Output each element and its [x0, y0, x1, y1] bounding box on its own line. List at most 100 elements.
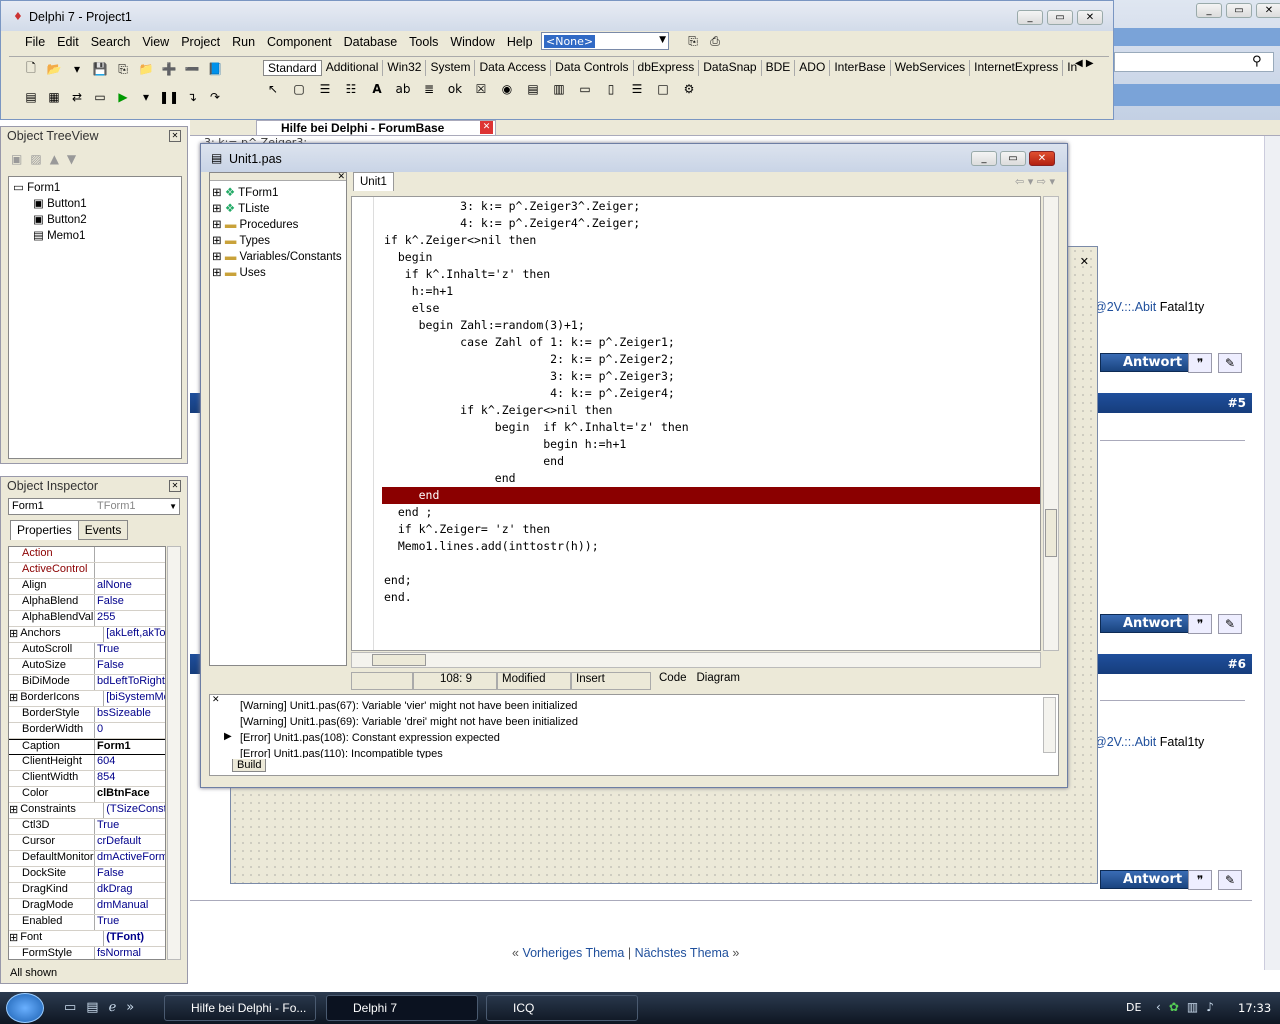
treeview-list[interactable]: ▭ Form1 ▣ Button1 ▣ Button2 ▤ Memo1	[8, 176, 182, 459]
property-value[interactable]: False	[95, 867, 165, 882]
code-line[interactable]: end ;	[384, 504, 1040, 521]
save-all-icon[interactable]: ⎘	[113, 59, 133, 79]
tab-close-icon[interactable]: ✕	[480, 121, 493, 134]
message-line[interactable]: [Error] Unit1.pas(110): Incompatible typ…	[240, 746, 1040, 758]
code-line[interactable]: end	[384, 453, 1040, 470]
expand-icon[interactable]: ⊞	[9, 627, 18, 642]
property-row[interactable]: FormStyle fsNormal	[9, 947, 165, 959]
code-explorer[interactable]: ✕ ⊞ ❖ TForm1 ⊞ ❖ TListe ⊞ ▬ Procedures ⊞ ▬ …	[209, 172, 347, 666]
property-value[interactable]: bdLeftToRight	[95, 675, 165, 690]
form-close-icon[interactable]: ✕	[1080, 255, 1089, 268]
menu-edit[interactable]: Edit	[57, 35, 79, 49]
property-row[interactable]: BorderStyle bsSizeable	[9, 707, 165, 723]
explorer-node[interactable]: ⊞ ❖ TForm1	[212, 185, 342, 201]
user-link[interactable]: @2V.::.Abit	[1094, 300, 1156, 314]
task-browser[interactable]: Hilfe bei Delphi - Fo...	[164, 995, 316, 1021]
property-row[interactable]: Caption Form1	[9, 739, 165, 755]
menu-file[interactable]: File	[25, 35, 45, 49]
code-line[interactable]: 4: k:= p^.Zeiger4;	[384, 385, 1040, 402]
pause-icon[interactable]: ❚❚	[159, 87, 179, 107]
property-row[interactable]: Action	[9, 547, 165, 563]
user-link[interactable]: @2V.::.Abit	[1094, 735, 1156, 749]
add-item-icon[interactable]: ▣	[11, 152, 22, 166]
browser-minimize-button[interactable]: _	[1196, 3, 1222, 18]
popupmenu-icon[interactable]: ☷	[341, 79, 361, 99]
palette-tab[interactable]: DataSnap	[699, 60, 762, 76]
tab-unit1[interactable]: Unit1	[353, 172, 394, 191]
palette-tab[interactable]: Data Access	[475, 60, 552, 76]
message-line[interactable]: [Warning] Unit1.pas(69): Variable 'drei'…	[240, 714, 1040, 730]
messages-panel[interactable]: ✕ [Warning] Unit1.pas(67): Variable 'vie…	[209, 694, 1059, 776]
explorer-node[interactable]: ⊞ ▬ Uses	[212, 265, 342, 281]
property-row[interactable]: Enabled True	[9, 915, 165, 931]
scrollbar-icon[interactable]: ▭	[575, 79, 595, 99]
expand-icon[interactable]: ⊞	[9, 931, 18, 946]
property-row[interactable]: ⊞ Font (TFont)	[9, 931, 165, 947]
tree-node-button2[interactable]: ▣ Button2	[33, 212, 87, 226]
explorer-node[interactable]: ⊞ ▬ Types	[212, 233, 342, 249]
property-row[interactable]: ⊞ BorderIcons[biSystemMen	[9, 691, 165, 707]
property-value[interactable]: [biSystemMen	[104, 691, 165, 706]
search-icon[interactable]: ⚲	[1252, 54, 1262, 69]
editor-maximize-button[interactable]: ▭	[1000, 151, 1026, 166]
editor-close-button[interactable]: ✕	[1029, 151, 1055, 166]
task-delphi[interactable]: Delphi 7	[326, 995, 478, 1021]
expand-icon[interactable]: ⊞	[212, 235, 225, 247]
property-value[interactable]: 0	[95, 723, 165, 738]
message-line[interactable]: [Error] Unit1.pas(108): Constant express…	[240, 730, 1040, 746]
answer-button[interactable]: Antwort	[1100, 614, 1190, 633]
quote-icon[interactable]: ❞	[1188, 614, 1212, 634]
frame-icon[interactable]: ▢	[289, 79, 309, 99]
property-grid[interactable]: Action ActiveControl Align alNone AlphaBlend…	[8, 546, 166, 960]
code-area[interactable]: 3: k:= p^.Zeiger3^.Zeiger; 4: k:= p^.Zei…	[351, 196, 1041, 651]
palette-tab[interactable]: BDE	[762, 60, 796, 76]
task-icq[interactable]: ICQ	[486, 995, 638, 1021]
code-line[interactable]: end;	[384, 572, 1040, 589]
ie-icon[interactable]: ℯ	[109, 1000, 117, 1015]
menu-help[interactable]: Help	[507, 35, 533, 49]
code-line[interactable]: else	[384, 300, 1040, 317]
open-icon[interactable]: 📂	[44, 59, 64, 79]
property-row[interactable]: AlphaBlend False	[9, 595, 165, 611]
delete-item-icon[interactable]: ▨	[30, 152, 41, 166]
switch-windows-icon[interactable]: ▤	[86, 1000, 98, 1015]
palette-tab[interactable]: Standard	[263, 60, 322, 76]
chevron-down-icon[interactable]: ▼	[659, 35, 666, 45]
expand-icon[interactable]: ⊞	[212, 219, 225, 231]
property-value[interactable]: 854	[95, 771, 165, 786]
menu-component[interactable]: Component	[267, 35, 332, 49]
property-value[interactable]: clBtnFace	[95, 787, 165, 802]
code-line[interactable]	[384, 555, 1040, 572]
code-line[interactable]: h:=h+1	[384, 283, 1040, 300]
property-row[interactable]: ClientWidth 854	[9, 771, 165, 787]
expand-icon[interactable]: ⊞	[212, 267, 225, 279]
palette-tab[interactable]: Win32	[383, 60, 427, 76]
menu-tools[interactable]: Tools	[409, 35, 438, 49]
edit-icon[interactable]: ✎	[1218, 870, 1242, 890]
language-indicator[interactable]: DE	[1126, 1001, 1141, 1014]
expand-icon[interactable]: ⊞	[212, 251, 225, 263]
actionlist-icon[interactable]: ⚙	[679, 79, 699, 99]
palette-tab[interactable]: InternetExpress	[970, 60, 1064, 76]
property-row[interactable]: Ctl3D True	[9, 819, 165, 835]
save-icon[interactable]: 💾	[90, 59, 110, 79]
code-line[interactable]: Memo1.lines.add(inttostr(h));	[384, 538, 1040, 555]
palette-tab[interactable]: InterBase	[830, 60, 891, 76]
expand-icon[interactable]: ⊞	[212, 187, 225, 199]
tab-properties[interactable]: Properties	[10, 520, 79, 540]
prev-thread-link[interactable]: Vorheriges Thema	[522, 946, 624, 960]
property-value[interactable]	[95, 563, 165, 578]
code-line[interactable]: if k^.Inhalt='z' then	[384, 266, 1040, 283]
palette-scroll[interactable]: ◀ ▶	[1075, 58, 1094, 69]
tab-diagram[interactable]: Diagram	[687, 672, 740, 690]
property-value[interactable]: alNone	[95, 579, 165, 594]
code-vertical-scrollbar[interactable]	[1043, 196, 1059, 651]
tree-node-memo1[interactable]: ▤ Memo1	[33, 228, 85, 242]
code-line[interactable]: 2: k:= p^.Zeiger2;	[384, 351, 1040, 368]
palette-tab[interactable]: WebServices	[891, 60, 971, 76]
property-row[interactable]: DragKind dkDrag	[9, 883, 165, 899]
volume-icon[interactable]: ♪	[1206, 1000, 1214, 1014]
label-icon[interactable]: A	[367, 79, 387, 99]
code-line[interactable]: begin h:=h+1	[384, 436, 1040, 453]
menu-window[interactable]: Window	[450, 35, 494, 49]
